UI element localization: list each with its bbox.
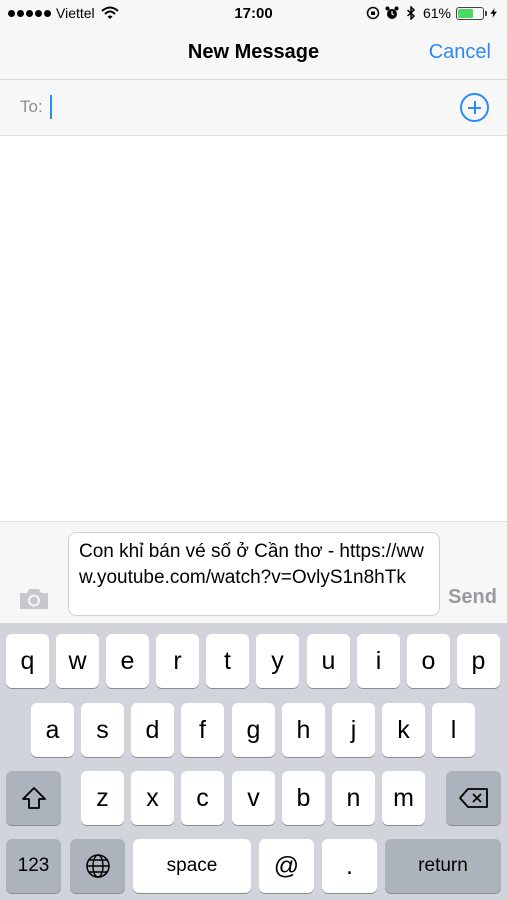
- key-d[interactable]: d: [131, 703, 174, 757]
- key-a[interactable]: a: [31, 703, 74, 757]
- period-key[interactable]: .: [322, 839, 377, 893]
- shift-key[interactable]: [6, 771, 61, 825]
- key-h[interactable]: h: [282, 703, 325, 757]
- numbers-key[interactable]: 123: [6, 839, 61, 893]
- text-caret: [50, 95, 52, 119]
- camera-icon[interactable]: [18, 587, 50, 611]
- battery-level: [458, 8, 473, 18]
- key-q[interactable]: q: [6, 634, 49, 688]
- key-v[interactable]: v: [232, 771, 275, 825]
- key-p[interactable]: p: [457, 634, 500, 688]
- status-right: 61%: [366, 5, 499, 21]
- key-j[interactable]: j: [332, 703, 375, 757]
- message-composer: Con khỉ bán vé số ở Cần thơ - https://ww…: [0, 521, 507, 623]
- message-input[interactable]: Con khỉ bán vé số ở Cần thơ - https://ww…: [68, 532, 440, 616]
- key-y[interactable]: y: [256, 634, 299, 688]
- orientation-lock-icon: [366, 6, 380, 20]
- backspace-key[interactable]: [446, 771, 501, 825]
- to-label: To:: [20, 97, 43, 116]
- globe-icon: [85, 854, 110, 878]
- key-r[interactable]: r: [156, 634, 199, 688]
- key-u[interactable]: u: [307, 634, 350, 688]
- shift-icon: [21, 787, 46, 809]
- backspace-icon: [458, 788, 488, 808]
- key-e[interactable]: e: [106, 634, 149, 688]
- cancel-button[interactable]: Cancel: [429, 41, 491, 64]
- charging-bolt-icon: [490, 8, 497, 18]
- key-b[interactable]: b: [282, 771, 325, 825]
- key-m[interactable]: m: [382, 771, 425, 825]
- keyboard: q w e r t y u i o p a s d f g h j k l z …: [0, 623, 507, 900]
- bluetooth-icon: [406, 6, 416, 20]
- key-n[interactable]: n: [332, 771, 375, 825]
- key-w[interactable]: w: [56, 634, 99, 688]
- at-key[interactable]: @: [259, 839, 314, 893]
- key-g[interactable]: g: [232, 703, 275, 757]
- key-c[interactable]: c: [181, 771, 224, 825]
- battery-percent: 61%: [422, 5, 451, 21]
- recipient-row: To:: [0, 80, 507, 136]
- globe-key[interactable]: [70, 839, 125, 893]
- key-s[interactable]: s: [81, 703, 124, 757]
- send-button[interactable]: Send: [448, 586, 497, 609]
- add-contact-plus-icon[interactable]: [460, 93, 489, 122]
- key-l[interactable]: l: [432, 703, 475, 757]
- key-o[interactable]: o: [407, 634, 450, 688]
- return-key[interactable]: return: [385, 839, 501, 893]
- key-f[interactable]: f: [181, 703, 224, 757]
- key-k[interactable]: k: [382, 703, 425, 757]
- status-bar: Viettel 17:00 61%: [0, 0, 507, 28]
- key-i[interactable]: i: [357, 634, 400, 688]
- key-x[interactable]: x: [131, 771, 174, 825]
- recipient-input[interactable]: [50, 92, 430, 122]
- alarm-icon: [385, 6, 399, 19]
- battery-icon: [456, 6, 487, 20]
- conversation-area: [0, 137, 507, 521]
- space-key[interactable]: space: [133, 839, 251, 893]
- key-z[interactable]: z: [81, 771, 124, 825]
- key-t[interactable]: t: [206, 634, 249, 688]
- nav-bar: New Message Cancel: [0, 28, 507, 80]
